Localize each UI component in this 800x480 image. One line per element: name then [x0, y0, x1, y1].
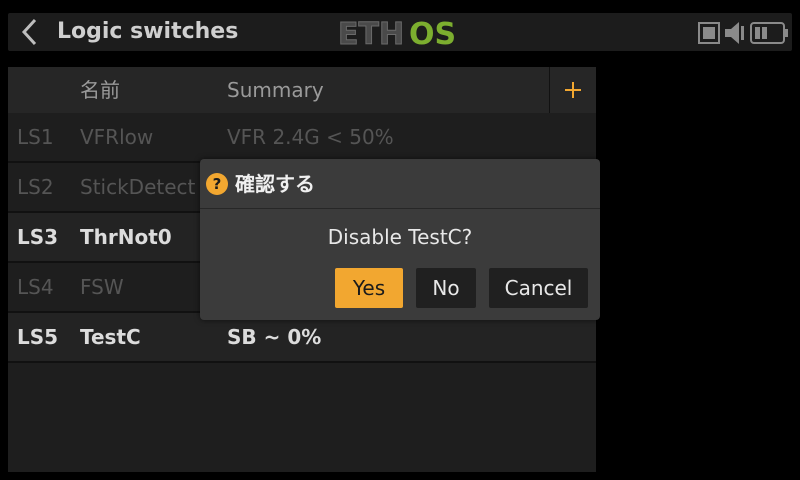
add-button[interactable] [549, 67, 596, 113]
question-icon: ? [206, 173, 228, 195]
status-icons [698, 18, 790, 48]
row-id: LS5 [17, 325, 59, 349]
speaker-icon [725, 22, 744, 44]
yes-button[interactable]: Yes [335, 268, 403, 308]
row-id: LS3 [17, 225, 59, 249]
row-id: LS4 [17, 275, 54, 299]
column-header-summary: Summary [227, 78, 324, 102]
chevron-left-icon [21, 18, 37, 46]
row-id: LS2 [17, 175, 54, 199]
sd-card-icon [698, 22, 720, 44]
row-id: LS1 [17, 125, 54, 149]
logo-text-right: OS [409, 17, 456, 47]
row-summary: SB ~ 0% [227, 325, 322, 349]
dialog-header: ? 確認する [200, 159, 600, 209]
header: Logic switches ETH OS [0, 0, 800, 62]
ethos-logo: ETH OS [338, 17, 456, 47]
page-title: Logic switches [57, 19, 239, 44]
column-header-name: 名前 [80, 78, 120, 102]
table-header: 名前 Summary [8, 67, 596, 113]
battery-icon [750, 22, 788, 44]
cancel-button[interactable]: Cancel [489, 268, 588, 308]
dialog-title: 確認する [235, 172, 315, 196]
row-summary: VFR 2.4G < 50% [227, 125, 394, 149]
row-name: TestC [80, 325, 141, 349]
table-row-ls1[interactable]: LS1 VFRlow VFR 2.4G < 50% [8, 113, 596, 163]
back-button[interactable] [10, 13, 50, 51]
dialog-message: Disable TestC? [327, 225, 473, 249]
confirm-dialog: ? 確認する Disable TestC? Yes No Cancel [200, 159, 600, 320]
plus-icon [565, 82, 581, 98]
no-button[interactable]: No [416, 268, 476, 308]
logo-text-left: ETH [338, 17, 404, 47]
row-name: VFRlow [80, 125, 154, 149]
table-row-ls5[interactable]: LS5 TestC SB ~ 0% [8, 313, 596, 363]
